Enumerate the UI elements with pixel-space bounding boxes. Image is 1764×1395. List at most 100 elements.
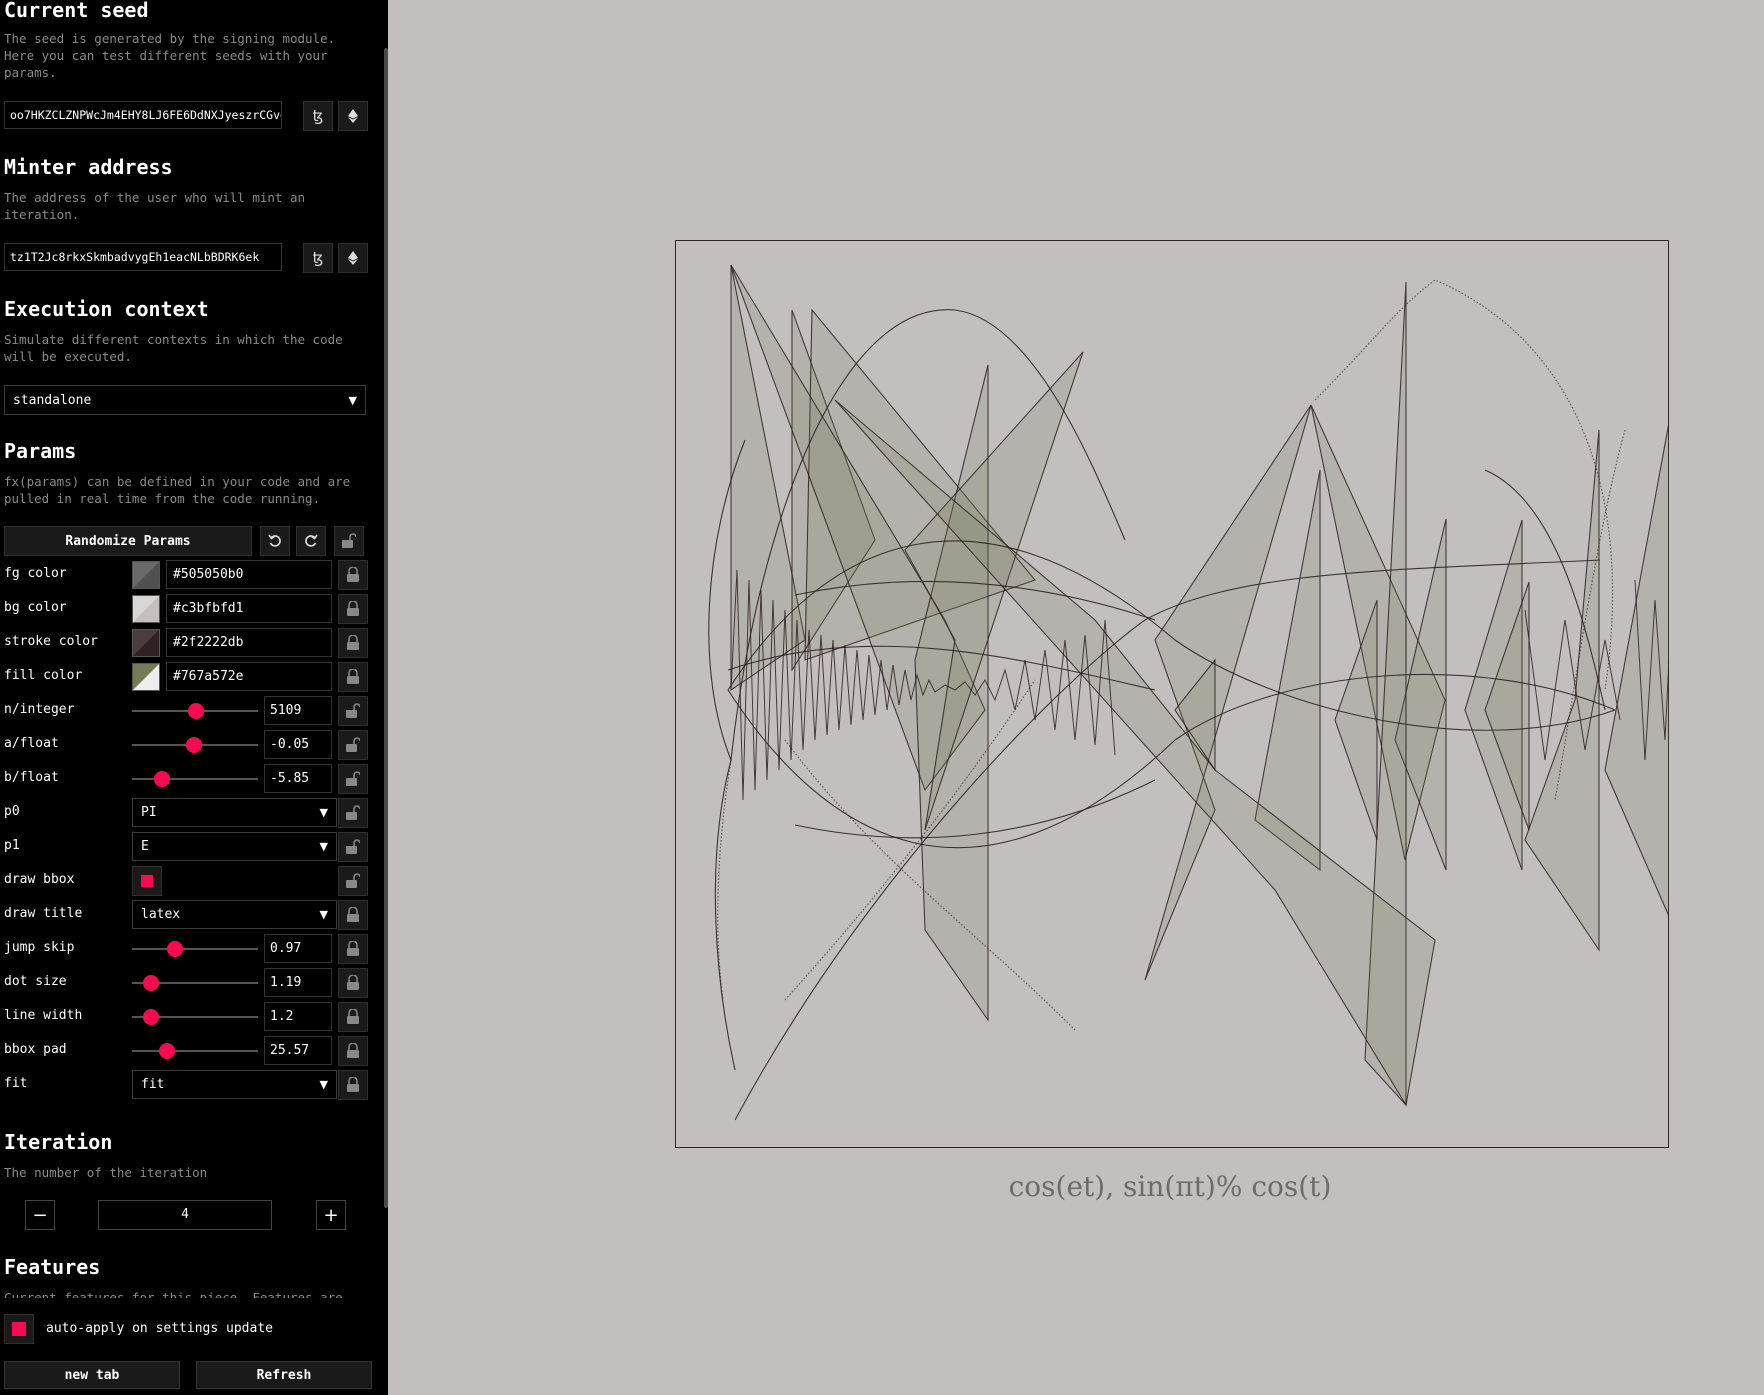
param-jump-skip: jump skip 0.97 xyxy=(4,933,368,964)
iteration-section: Iteration The number of the iteration xyxy=(4,1130,368,1181)
chevron-down-icon: ▼ xyxy=(319,1078,328,1091)
refresh-button[interactable]: Refresh xyxy=(196,1361,372,1389)
param-p1: p1 E ▼ xyxy=(4,831,368,862)
sidebar-scroll-area: Current seed The seed is generated by th… xyxy=(0,0,380,1300)
color-input[interactable]: #2f2222db xyxy=(166,628,332,657)
unlock-icon[interactable] xyxy=(338,798,368,828)
iteration-description: The number of the iteration xyxy=(4,1165,208,1180)
unlock-icon[interactable] xyxy=(338,730,368,760)
randomize-params-button[interactable]: Randomize Params xyxy=(4,526,252,556)
unlock-icon[interactable] xyxy=(338,832,368,862)
color-input[interactable]: #c3bfbfd1 xyxy=(166,594,332,623)
param-label: bbox pad xyxy=(4,1042,67,1057)
context-select-value: standalone xyxy=(13,392,92,408)
param-draw-title: draw title latex ▼ xyxy=(4,899,368,930)
lock-icon[interactable] xyxy=(338,1036,368,1066)
decrement-button[interactable]: − xyxy=(25,1200,55,1230)
number-input[interactable]: 5109 xyxy=(264,696,332,725)
minter-input[interactable]: tz1T2Jc8rkxSkmbadvygEh1eacNLbBDRK6ek xyxy=(4,243,282,271)
artwork-canvas xyxy=(675,240,1676,1148)
lock-icon[interactable] xyxy=(338,900,368,930)
slider-thumb[interactable] xyxy=(142,975,159,991)
param-dot-size: dot size 1.19 xyxy=(4,967,368,998)
param-label: draw title xyxy=(4,906,83,921)
select-value: latex xyxy=(141,907,181,922)
slider-thumb[interactable] xyxy=(185,737,202,753)
lock-icon[interactable] xyxy=(338,934,368,964)
param-label: line width xyxy=(4,1008,83,1023)
color-input[interactable]: #767a572e xyxy=(166,662,332,691)
unlock-icon[interactable] xyxy=(338,696,368,726)
slider-thumb[interactable] xyxy=(166,941,183,957)
seed-input[interactable]: oo7HKZCLZNPWcJm4EHY8LJ6FE6DdNXJyeszrCGve… xyxy=(4,101,282,129)
lock-icon[interactable] xyxy=(338,560,368,590)
artwork-svg xyxy=(675,240,1676,1148)
param-stroke-color: stroke color #2f2222db xyxy=(4,627,368,658)
seed-section: Current seed The seed is generated by th… xyxy=(4,0,368,81)
context-select[interactable]: standalone ▼ xyxy=(4,385,366,415)
lock-icon[interactable] xyxy=(338,1070,368,1100)
new-tab-button[interactable]: new tab xyxy=(4,1361,180,1389)
number-input[interactable]: 25.57 xyxy=(264,1036,332,1065)
slider-thumb[interactable] xyxy=(154,771,171,787)
params-title: Params xyxy=(4,439,77,463)
chevron-down-icon: ▼ xyxy=(319,908,328,921)
p1-select[interactable]: E ▼ xyxy=(132,832,337,861)
lock-icon[interactable] xyxy=(338,594,368,624)
slider-track[interactable] xyxy=(132,778,258,780)
param-label: fit xyxy=(4,1076,28,1091)
param-bbox-pad: bbox pad 25.57 xyxy=(4,1035,368,1066)
unlock-icon[interactable] xyxy=(338,866,368,896)
lock-icon[interactable] xyxy=(338,968,368,998)
slider-track[interactable] xyxy=(132,948,258,950)
param-line-width: line width 1.2 xyxy=(4,1001,368,1032)
param-label: fg color xyxy=(4,566,67,581)
color-swatch[interactable] xyxy=(132,629,160,657)
seed-title: Current seed xyxy=(4,0,149,22)
increment-button[interactable]: + xyxy=(316,1200,346,1230)
slider-thumb[interactable] xyxy=(142,1009,159,1025)
iteration-input[interactable]: 4 xyxy=(98,1200,272,1230)
lock-icon[interactable] xyxy=(338,628,368,658)
context-section: Execution context Simulate different con… xyxy=(4,297,368,365)
param-label: b/float xyxy=(4,770,59,785)
unlock-all-icon[interactable] xyxy=(334,526,364,556)
p0-select[interactable]: PI ▼ xyxy=(132,798,337,827)
draw-title-select[interactable]: latex ▼ xyxy=(132,900,337,929)
ethereum-icon[interactable] xyxy=(338,243,368,273)
undo-icon[interactable] xyxy=(260,526,290,556)
number-input[interactable]: 1.19 xyxy=(264,968,332,997)
slider-track[interactable] xyxy=(132,1050,258,1052)
params-description: fx(params) can be defined in your code a… xyxy=(4,474,351,506)
auto-apply-checkbox[interactable] xyxy=(4,1314,34,1344)
number-input[interactable]: 1.2 xyxy=(264,1002,332,1031)
slider-thumb[interactable] xyxy=(188,703,205,719)
minter-title: Minter address xyxy=(4,155,173,179)
select-value: E xyxy=(141,839,149,854)
seed-description: The seed is generated by the signing mod… xyxy=(4,31,336,80)
ethereum-icon[interactable] xyxy=(338,101,368,131)
redo-icon[interactable] xyxy=(296,526,326,556)
seed-row: oo7HKZCLZNPWcJm4EHY8LJ6FE6DdNXJyeszrCGve… xyxy=(4,101,368,131)
tezos-icon[interactable]: ꜩ xyxy=(303,101,333,131)
color-input[interactable]: #505050b0 xyxy=(166,560,332,589)
number-input[interactable]: -0.05 xyxy=(264,730,332,759)
unlock-icon[interactable] xyxy=(338,764,368,794)
param-label: draw bbox xyxy=(4,872,75,887)
tezos-icon[interactable]: ꜩ xyxy=(303,243,333,273)
number-input[interactable]: 0.97 xyxy=(264,934,332,963)
color-swatch[interactable] xyxy=(132,595,160,623)
param-draw-bbox: draw bbox xyxy=(4,865,368,896)
lock-icon[interactable] xyxy=(338,1002,368,1032)
param-fill-color: fill color #767a572e xyxy=(4,661,368,692)
slider-thumb[interactable] xyxy=(159,1043,176,1059)
checkbox-checked-mark xyxy=(12,1322,26,1336)
draw-bbox-checkbox[interactable] xyxy=(132,866,162,896)
color-swatch[interactable] xyxy=(132,663,160,691)
minter-description: The address of the user who will mint an… xyxy=(4,190,306,222)
color-swatch[interactable] xyxy=(132,561,160,589)
number-input[interactable]: -5.85 xyxy=(264,764,332,793)
scrollbar-thumb[interactable] xyxy=(384,48,388,1208)
lock-icon[interactable] xyxy=(338,662,368,692)
fit-select[interactable]: fit ▼ xyxy=(132,1070,337,1099)
